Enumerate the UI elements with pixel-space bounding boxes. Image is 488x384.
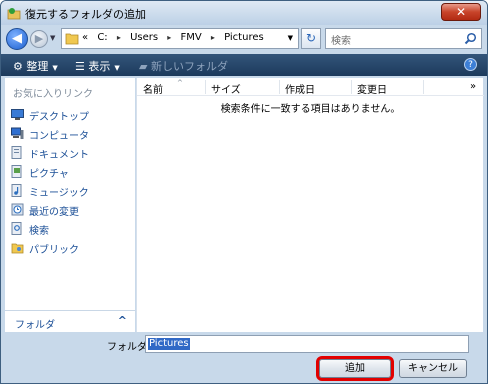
file-list: 名前 ^ サイズ 作成日 変更日 » 検索条件に一致する項目はありません。 [136,78,484,332]
documents-icon [11,146,22,159]
favorite-link-music[interactable]: ミュージック [11,182,131,200]
favorite-link-label: ドキュメント [29,150,89,161]
breadcrumb-separator[interactable]: ▸ [211,33,215,42]
back-button[interactable]: ◀ [6,28,28,50]
command-toolbar: ⚙ 整理 ▼ ☰ 表示 ▼ ▰ 新しいフォルダ ? [1,54,487,76]
search-input[interactable]: 検索 [325,28,482,49]
empty-message: 検索条件に一致する項目はありません。 [220,104,401,115]
dialog-footer: フォルダ: Pictures 追加 キャンセル [1,332,487,383]
recent-pages-dropdown[interactable]: ▼ [50,34,55,42]
title-bar: 復元するフォルダの追加 ✕ [1,1,487,25]
more-columns-button[interactable]: » [470,81,476,92]
folders-label: フォルダ [15,320,55,331]
favorite-link-desktop[interactable]: デスクトップ [11,106,131,124]
window-title: 復元するフォルダの追加 [25,8,146,21]
recent-icon [11,203,24,216]
computer-icon [11,127,24,139]
favorite-link-label: パブリック [29,245,79,256]
breadcrumb-item[interactable]: FMV [180,32,201,43]
close-button[interactable]: ✕ [441,3,481,21]
breadcrumb-item[interactable]: C: [97,32,107,43]
views-icon: ☰ [75,60,89,73]
favorite-link-label: コンピュータ [29,131,89,142]
favorite-link-label: ピクチャ [29,169,69,180]
column-headers: 名前 ^ サイズ 作成日 変更日 » [137,78,484,96]
new-folder-icon: ▰ [139,60,151,73]
favorite-link-search[interactable]: 検索 [11,220,131,238]
navigation-pane: お気に入りリンク デスクトップ コンピュータ ドキュメント ピクチャ ミュージッ… [5,78,135,332]
views-menu[interactable]: ☰ 表示 ▼ [75,58,120,74]
cancel-button[interactable]: キャンセル [399,359,467,378]
music-icon [11,184,22,197]
favorite-link-pictures[interactable]: ピクチャ [11,163,131,181]
favorite-link-recent[interactable]: 最近の変更 [11,201,131,219]
column-header-created[interactable]: 作成日 [285,81,315,96]
folder-field-label: フォルダ: [107,342,151,353]
folder-icon [65,33,79,45]
search-placeholder: 検索 [331,36,351,47]
column-divider[interactable] [279,80,280,94]
desktop-icon [11,109,24,120]
folder-restore-icon [7,8,21,20]
column-header-name[interactable]: 名前 ^ [143,79,183,96]
address-dropdown[interactable]: ▼ [288,34,293,42]
organize-icon: ⚙ [13,60,27,73]
address-bar[interactable]: « C: ▸ Users ▸ FMV ▸ Pictures ▼ [61,28,299,49]
favorite-link-computer[interactable]: コンピュータ [11,125,131,143]
folder-field-value: Pictures [148,338,190,350]
pictures-icon [11,165,22,178]
breadcrumb-separator[interactable]: ▸ [117,33,121,42]
folders-toggle[interactable]: フォルダ ^ [5,310,135,332]
column-divider[interactable] [205,80,206,94]
breadcrumb-separator[interactable]: ▸ [167,33,171,42]
new-folder-button[interactable]: ▰ 新しいフォルダ [139,58,228,74]
favorite-link-public[interactable]: パブリック [11,239,131,257]
public-icon [11,243,24,254]
chevron-up-icon: ^ [117,314,127,327]
column-header-size[interactable]: サイズ [211,81,241,96]
favorite-link-label: デスクトップ [29,112,89,123]
column-divider[interactable] [351,80,352,94]
column-header-modified[interactable]: 変更日 [357,81,387,96]
favorite-link-label: 検索 [29,226,49,237]
breadcrumb-overflow[interactable]: « [82,32,88,43]
search-icon[interactable] [464,32,477,45]
help-icon[interactable]: ? [464,58,477,71]
column-divider[interactable] [423,80,424,94]
refresh-button[interactable]: ↻ [301,28,321,49]
breadcrumb-item[interactable]: Pictures [224,32,264,43]
search-folder-icon [11,222,22,235]
address-row: ◀ ▶ ▼ « C: ▸ Users ▸ FMV ▸ Pictures ▼ ↻ … [1,25,487,53]
favorite-link-label: 最近の変更 [29,207,79,218]
favorite-link-documents[interactable]: ドキュメント [11,144,131,162]
sort-up-icon: ^ [177,79,183,87]
forward-button[interactable]: ▶ [30,30,48,48]
breadcrumb: « C: ▸ Users ▸ FMV ▸ Pictures [82,32,270,43]
add-button[interactable]: 追加 [316,356,394,381]
folder-field[interactable]: Pictures [145,335,469,353]
favorite-link-label: ミュージック [29,188,89,199]
add-folder-dialog: 復元するフォルダの追加 ✕ ◀ ▶ ▼ « C: ▸ Users ▸ FMV ▸… [0,0,488,384]
organize-menu[interactable]: ⚙ 整理 ▼ [13,58,58,74]
breadcrumb-item[interactable]: Users [130,32,158,43]
favorite-links-header: お気に入りリンク [13,89,93,100]
